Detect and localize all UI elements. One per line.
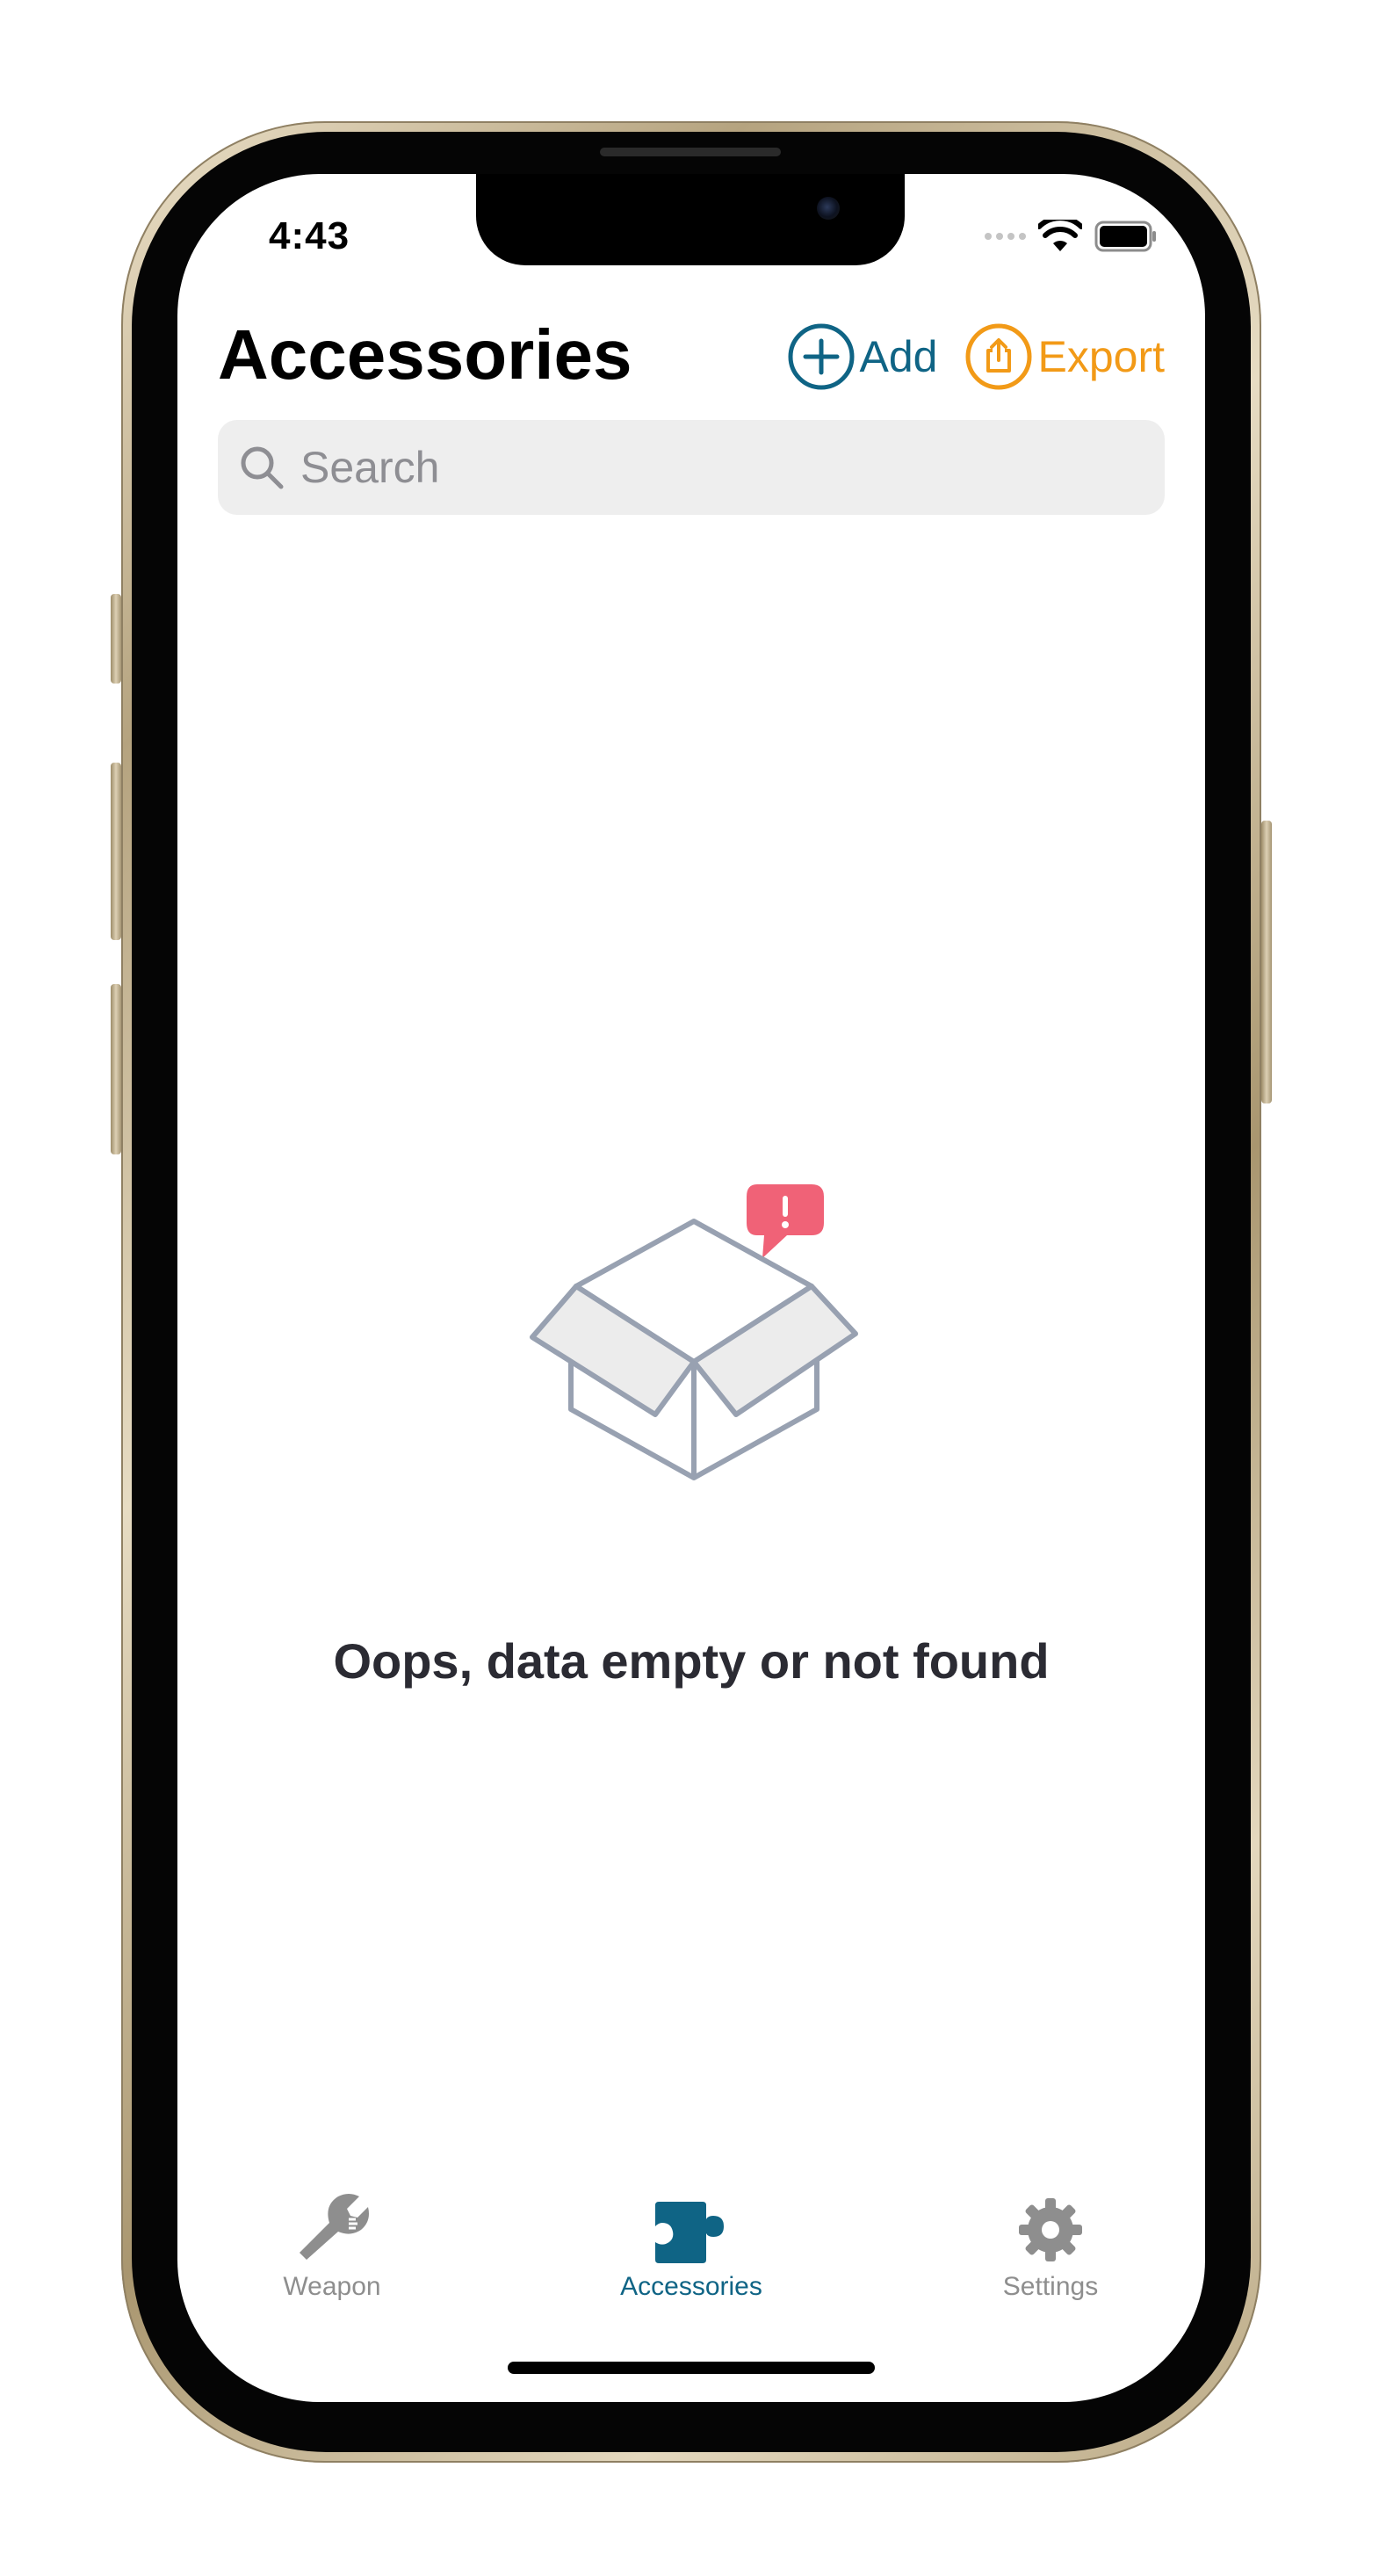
search-bar[interactable]	[218, 420, 1165, 515]
header-actions: Add Export	[786, 322, 1165, 392]
device-stage: 4:43 Accessories Add Export Search Oops,…	[0, 0, 1379, 2576]
status-indicators	[985, 220, 1158, 253]
cellular-signal-icon	[985, 233, 1026, 240]
battery-icon	[1094, 221, 1156, 252]
empty-state-message: Oops, data empty or not found	[333, 1633, 1050, 1689]
export-button[interactable]: Export	[964, 322, 1165, 392]
status-time: 4:43	[269, 214, 350, 257]
tab-weapon-label: Weapon	[283, 2272, 381, 2301]
alert-bubble-icon	[747, 1184, 824, 1258]
empty-box-icon	[530, 1184, 858, 1480]
camera-icon	[817, 197, 840, 220]
notch	[476, 174, 905, 265]
tab-weapon[interactable]: Weapon	[218, 2186, 446, 2302]
gear-icon	[1019, 2198, 1082, 2261]
export-button-label: Export	[1037, 332, 1165, 381]
add-button-label: Add	[859, 332, 938, 381]
wrench-icon	[300, 2194, 369, 2260]
tab-bar: Weapon Accessories Settings	[177, 2186, 1205, 2326]
earpiece-speaker	[600, 148, 781, 156]
add-button[interactable]: Add	[786, 322, 938, 392]
mute-switch	[111, 594, 121, 684]
volume-up-button	[111, 763, 121, 940]
puzzle-icon	[655, 2202, 724, 2263]
share-circle-icon	[965, 323, 1032, 390]
tab-accessories-label: Accessories	[620, 2272, 762, 2301]
wifi-icon	[1038, 220, 1082, 251]
search-icon	[241, 446, 284, 489]
home-indicator[interactable]	[508, 2362, 875, 2374]
app-screen: 4:43 Accessories Add Export Search Oops,…	[177, 174, 1205, 2402]
search-input[interactable]	[299, 441, 1093, 494]
tab-accessories[interactable]: Accessories	[577, 2186, 805, 2302]
tab-settings[interactable]: Settings	[936, 2186, 1165, 2302]
power-button	[1261, 821, 1272, 1103]
volume-down-button	[111, 984, 121, 1154]
plus-circle-icon	[788, 323, 855, 390]
page-title: Accessories	[218, 315, 632, 394]
tab-settings-label: Settings	[1002, 2272, 1099, 2301]
